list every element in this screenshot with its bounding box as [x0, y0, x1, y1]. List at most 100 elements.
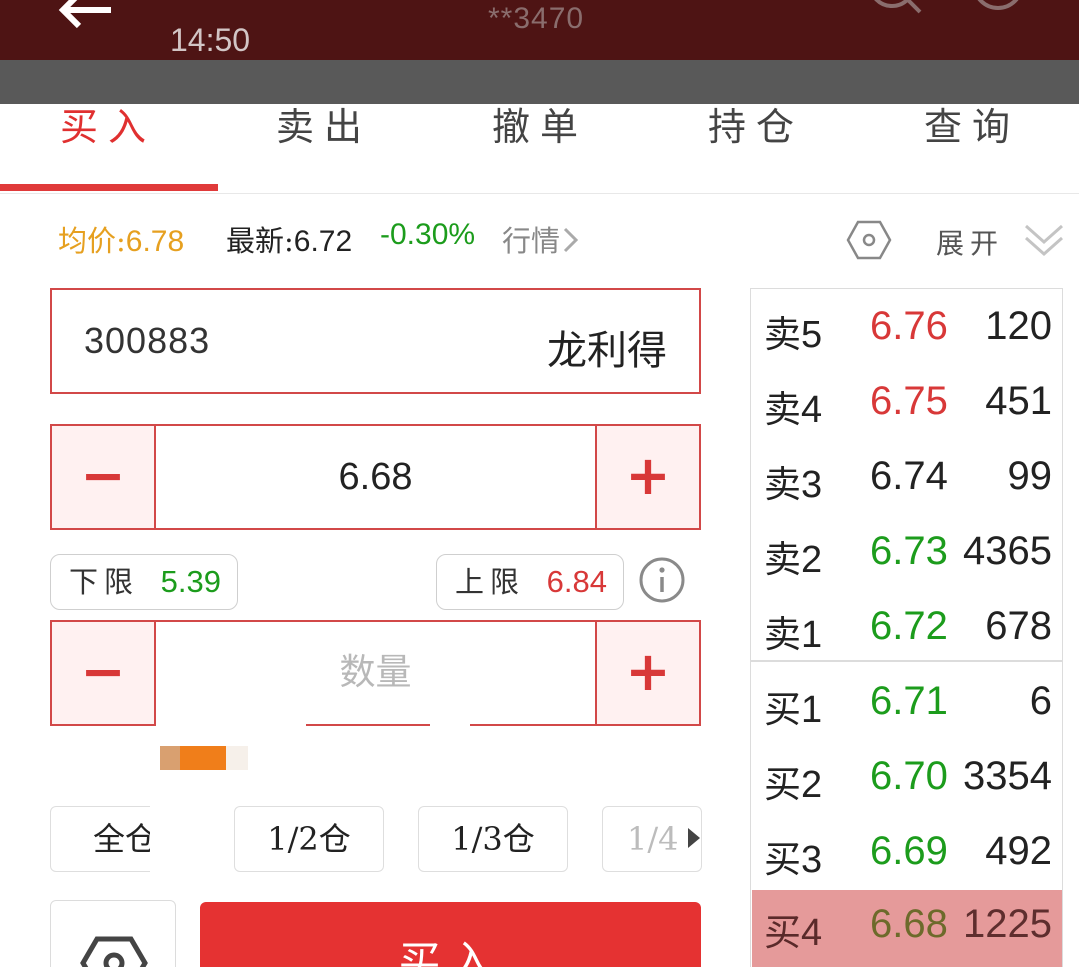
ask-label: 卖4	[764, 379, 822, 433]
ask-row-5[interactable]: 卖5 6.76 120	[752, 292, 1062, 366]
upper-limit-value: 6.84	[546, 564, 607, 599]
ask-volume: 4365	[963, 529, 1052, 573]
status-bar: 14:50 **3470	[0, 0, 1079, 60]
ask-label: 卖2	[764, 529, 822, 583]
ask-row-3[interactable]: 卖3 6.74 99	[752, 442, 1062, 516]
bid-level: 2	[801, 764, 823, 806]
blurred-fragment	[160, 746, 180, 770]
ask-volume: 451	[985, 379, 1052, 423]
bid-label-text: 买	[764, 763, 801, 806]
bid-label: 买2	[764, 754, 822, 808]
gray-band	[0, 60, 1079, 104]
back-arrow-icon[interactable]	[55, 0, 115, 32]
buy-submit-button[interactable]: 买入	[200, 902, 701, 967]
ask-price: 6.74	[870, 454, 948, 498]
ask-label-text: 卖	[764, 388, 801, 431]
tab-query[interactable]: 查询	[864, 104, 1079, 194]
tab-positions[interactable]: 持仓	[648, 104, 864, 194]
bid-price: 6.71	[870, 679, 948, 723]
ask-row-1[interactable]: 卖1 6.72 678	[752, 592, 1062, 666]
bid-label-text: 买	[764, 688, 801, 731]
average-price-value: 6.78	[125, 225, 185, 258]
bid-row-4[interactable]: 买4 6.68 1225	[752, 890, 1062, 967]
upper-limit-label: 上限	[455, 565, 526, 599]
quote-link[interactable]: 行情	[502, 218, 582, 260]
hexagon-icon	[80, 936, 148, 967]
stock-code: 300883	[84, 320, 211, 361]
price-increase-button[interactable]: +	[595, 426, 699, 528]
active-tab-indicator	[0, 184, 218, 191]
bid-level: 1	[801, 689, 823, 731]
bid-label: 买1	[764, 679, 822, 733]
latest-price-value: 6.72	[293, 225, 353, 258]
ask-price: 6.76	[870, 304, 948, 348]
chevron-right-icon	[563, 227, 579, 253]
quantity-input[interactable]: 数量	[156, 622, 595, 724]
tab-cancel[interactable]: 撤单	[432, 104, 648, 194]
ask-level: 3	[801, 464, 823, 506]
overlay-fragment	[150, 800, 234, 880]
bid-row-1[interactable]: 买1 6.71 6	[752, 667, 1062, 741]
bid-label: 买3	[764, 829, 822, 883]
double-chevron-down-icon[interactable]	[1022, 222, 1066, 258]
latest-price: 最新:6.72	[226, 218, 352, 260]
lower-limit-label: 下限	[69, 565, 140, 599]
quantity-increase-button[interactable]: +	[595, 622, 699, 724]
lower-limit-badge[interactable]: 下限 5.39	[50, 554, 238, 610]
overlay-fragment	[430, 718, 470, 732]
bid-row-2[interactable]: 买2 6.70 3354	[752, 742, 1062, 816]
quantity-stepper: − 数量 +	[50, 620, 701, 726]
change-percent: -0.30%	[380, 218, 476, 251]
account-number: **3470	[488, 2, 585, 35]
ask-label: 卖3	[764, 454, 822, 508]
stock-code-input[interactable]: 300883 龙利得	[50, 288, 701, 394]
bid-volume: 1225	[963, 902, 1052, 946]
circle-icon[interactable]	[968, 0, 1028, 22]
stock-name: 龙利得	[547, 328, 667, 374]
info-icon[interactable]	[638, 556, 686, 604]
ask-row-2[interactable]: 卖2 6.73 4365	[752, 517, 1062, 591]
bid-level: 3	[801, 839, 823, 881]
ask-label-text: 卖	[764, 538, 801, 581]
bid-row-3[interactable]: 买3 6.69 492	[752, 817, 1062, 891]
hexagon-icon[interactable]	[846, 220, 892, 260]
overlay-fragment	[156, 718, 306, 732]
scroll-right-icon[interactable]	[686, 826, 702, 850]
bid-volume: 492	[985, 829, 1052, 873]
bid-price: 6.70	[870, 754, 948, 798]
ask-label: 卖1	[764, 604, 822, 658]
bid-price: 6.68	[870, 902, 948, 946]
price-input[interactable]: 6.68	[156, 426, 595, 528]
ask-price: 6.72	[870, 604, 948, 648]
tab-sell[interactable]: 卖出	[216, 104, 432, 194]
price-decrease-button[interactable]: −	[52, 426, 156, 528]
ask-label: 卖5	[764, 304, 822, 358]
ask-level: 1	[801, 614, 823, 656]
tab-buy[interactable]: 买入	[0, 104, 216, 194]
position-half-button[interactable]: 1/2仓	[234, 806, 384, 872]
ask-price: 6.75	[870, 379, 948, 423]
bid-label-text: 买	[764, 838, 801, 881]
expand-button[interactable]: 展开	[936, 222, 1004, 262]
search-icon[interactable]	[862, 0, 926, 22]
quote-link-label: 行情	[502, 224, 561, 258]
upper-limit-badge[interactable]: 上限 6.84	[436, 554, 624, 610]
average-price-label: 均价:	[58, 224, 126, 258]
average-price: 均价:6.78	[58, 218, 184, 260]
ask-row-4[interactable]: 卖4 6.75 451	[752, 367, 1062, 441]
ask-level: 4	[801, 389, 823, 431]
ask-label-text: 卖	[764, 463, 801, 506]
quantity-decrease-button[interactable]: −	[52, 622, 156, 724]
ask-volume: 678	[985, 604, 1052, 648]
bid-volume: 6	[1029, 679, 1052, 723]
settings-button[interactable]	[50, 900, 176, 967]
bid-volume: 3354	[963, 754, 1052, 798]
lower-limit-value: 5.39	[160, 564, 221, 599]
bid-price: 6.69	[870, 829, 948, 873]
bid-label: 买4	[764, 902, 822, 956]
position-third-button[interactable]: 1/3仓	[418, 806, 568, 872]
ask-volume: 99	[1007, 454, 1053, 498]
ask-volume: 120	[985, 304, 1052, 348]
ask-label-text: 卖	[764, 313, 801, 356]
ask-level: 2	[801, 539, 823, 581]
